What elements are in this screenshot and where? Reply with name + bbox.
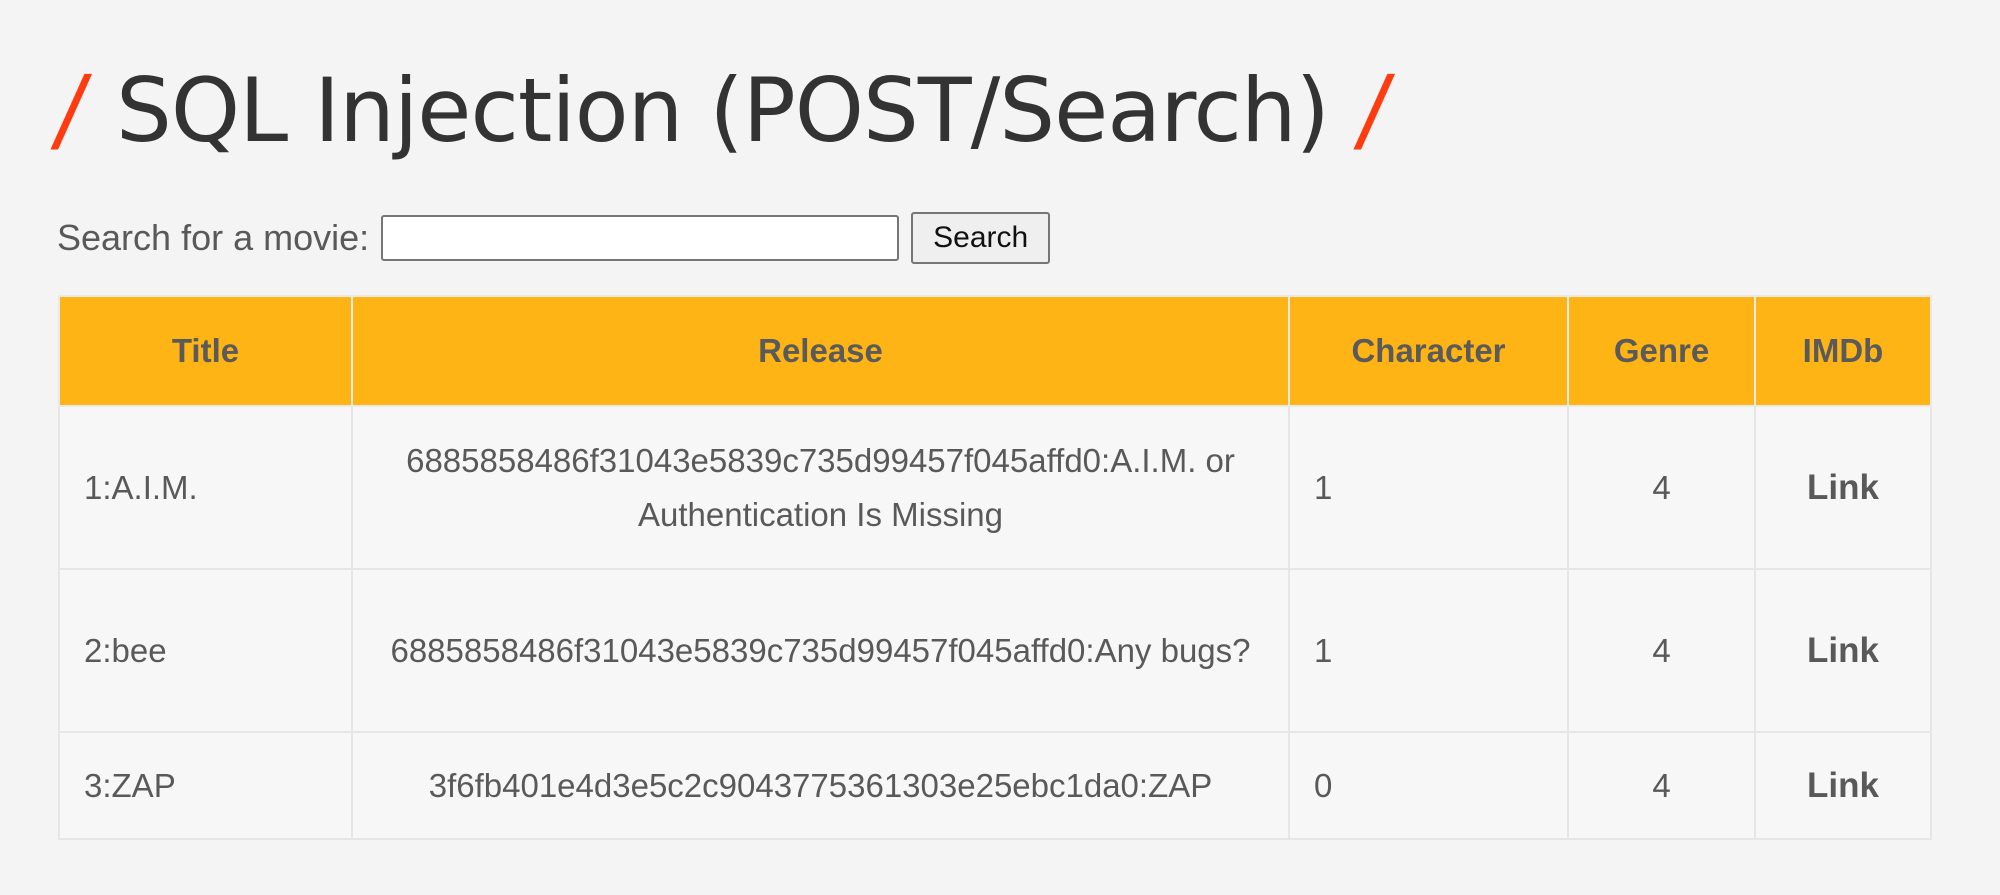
cell-release: 6885858486f31043e5839c735d99457f045affd0… <box>351 405 1290 570</box>
column-header-genre: Genre <box>1567 295 1756 407</box>
search-button[interactable]: Search <box>911 212 1051 264</box>
title-slash-left: / <box>48 56 94 163</box>
column-header-character: Character <box>1288 295 1569 407</box>
page-title: / SQL Injection (POST/Search) / <box>49 40 1397 180</box>
table-row: 1:A.I.M. 6885858486f31043e5839c735d99457… <box>58 405 1932 570</box>
imdb-link[interactable]: Link <box>1807 631 1879 670</box>
cell-imdb: Link <box>1754 731 1932 840</box>
column-header-imdb: IMDb <box>1754 295 1932 407</box>
column-header-release: Release <box>351 295 1290 407</box>
cell-genre: 4 <box>1567 731 1756 840</box>
cell-title: 1:A.I.M. <box>58 405 353 570</box>
cell-genre: 4 <box>1567 405 1756 570</box>
cell-imdb: Link <box>1754 405 1932 570</box>
table-row: 2:bee 6885858486f31043e5839c735d99457f04… <box>58 568 1932 733</box>
cell-release: 3f6fb401e4d3e5c2c9043775361303e25ebc1da0… <box>351 731 1290 840</box>
cell-imdb: Link <box>1754 568 1932 733</box>
search-label: Search for a movie: <box>57 217 370 258</box>
cell-release: 6885858486f31043e5839c735d99457f045affd0… <box>351 568 1290 733</box>
cell-title: 2:bee <box>58 568 353 733</box>
page-title-text: SQL Injection (POST/Search) <box>116 59 1330 162</box>
search-form: Search for a movie: Search <box>57 212 1051 264</box>
table-header-row: Title Release Character Genre IMDb <box>58 295 1932 407</box>
cell-character: 0 <box>1288 731 1569 840</box>
column-header-title: Title <box>58 295 353 407</box>
cell-genre: 4 <box>1567 568 1756 733</box>
title-slash-right: / <box>1351 56 1397 163</box>
search-input[interactable] <box>381 215 900 261</box>
movie-table: Title Release Character Genre IMDb 1:A.I… <box>58 295 1932 840</box>
cell-character: 1 <box>1288 568 1569 733</box>
imdb-link[interactable]: Link <box>1807 766 1879 805</box>
cell-character: 1 <box>1288 405 1569 570</box>
table-row: 3:ZAP 3f6fb401e4d3e5c2c9043775361303e25e… <box>58 731 1932 840</box>
cell-title: 3:ZAP <box>58 731 353 840</box>
imdb-link[interactable]: Link <box>1807 468 1879 507</box>
